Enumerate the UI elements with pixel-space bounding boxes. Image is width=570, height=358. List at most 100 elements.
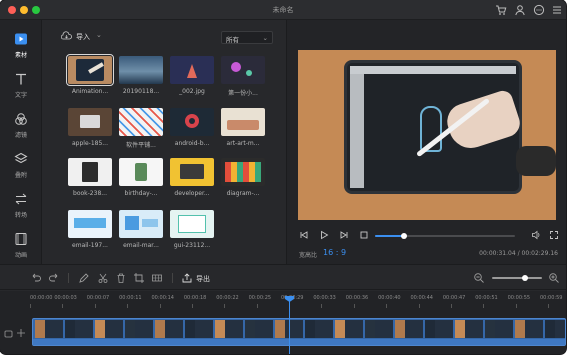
redo-icon[interactable]	[48, 272, 60, 284]
video-track-clip[interactable]	[32, 318, 566, 346]
chevron-down-icon: ⌄	[262, 34, 268, 42]
media-item[interactable]: book-238...	[68, 158, 112, 197]
crop-icon[interactable]	[133, 272, 145, 284]
scissors-icon[interactable]	[97, 272, 109, 284]
overlay-icon	[14, 152, 28, 164]
sidebar-item-transition[interactable]: 转场	[0, 186, 42, 226]
clip-frame	[545, 320, 565, 338]
timeline-tick	[483, 304, 485, 308]
media-item[interactable]: apple-185...	[68, 108, 112, 147]
media-thumbnail	[119, 158, 163, 186]
timeline-tick	[353, 304, 355, 308]
timeline-tick-label: 00:00:03	[54, 295, 77, 301]
playhead[interactable]	[289, 301, 290, 354]
clip-frame	[245, 320, 273, 338]
media-item[interactable]: 20190118...	[119, 56, 163, 95]
playback-progress[interactable]	[375, 233, 515, 239]
media-item-label: email-mar...	[123, 242, 159, 249]
media-item[interactable]: art-art-m...	[221, 108, 265, 147]
sidebar-item-label: 滤镜	[14, 132, 27, 139]
media-thumbnail	[170, 210, 214, 238]
media-item[interactable]: developer...	[170, 158, 214, 197]
timeline-tick	[418, 304, 420, 308]
aspect-ratio-value[interactable]: 16 : 9	[323, 248, 346, 257]
media-thumbnail	[119, 210, 163, 238]
export-button[interactable]: 导出	[196, 274, 210, 284]
media-item[interactable]: birthday-...	[119, 158, 163, 197]
sidebar-item-media[interactable]: 素材	[0, 26, 42, 66]
media-item[interactable]: email-197...	[68, 210, 112, 249]
media-item-label: book-238...	[73, 190, 107, 197]
pencil-icon[interactable]	[78, 272, 90, 284]
export-icon[interactable]	[181, 272, 193, 284]
transition-icon	[15, 193, 27, 205]
fullscreen-icon[interactable]	[549, 230, 559, 240]
zoom-in-icon[interactable]	[548, 272, 560, 284]
clip-frame	[155, 320, 183, 338]
timeline-tick-label: 00:00:59	[540, 295, 563, 301]
media-item-label: 第一份小...	[228, 90, 258, 97]
clip-frame	[35, 320, 63, 338]
media-item[interactable]: android-b...	[170, 108, 214, 147]
sidebar-item-animation[interactable]: 动画	[0, 226, 42, 266]
animation-icon	[15, 233, 27, 245]
zoom-slider[interactable]	[492, 275, 542, 281]
media-item[interactable]: email-mar...	[119, 210, 163, 249]
feedback-icon[interactable]	[533, 4, 545, 16]
title-bar: 未命名	[0, 0, 566, 20]
media-thumbnail	[170, 158, 214, 186]
timeline-tick-label: 00:00:22	[216, 295, 239, 301]
track-lock-icon[interactable]	[4, 328, 28, 338]
media-filter-select[interactable]: 所有 ⌄	[221, 31, 273, 44]
timeline-tick-label: 00:00:40	[378, 295, 401, 301]
sidebar-item-label: 叠附	[14, 172, 27, 179]
sidebar-item-text[interactable]: 文字	[0, 66, 42, 106]
clip-frame	[365, 320, 393, 338]
mosaic-icon[interactable]	[151, 272, 163, 284]
progress-knob[interactable]	[401, 233, 408, 239]
timeline-tick	[548, 304, 549, 308]
timeline-tick	[515, 304, 517, 308]
media-item[interactable]: Animation...	[66, 54, 114, 95]
clip-frame	[515, 320, 543, 338]
user-icon[interactable]	[514, 4, 526, 16]
timeline-tick	[62, 304, 64, 308]
volume-icon[interactable]	[531, 230, 541, 240]
media-item[interactable]: 软件平铺...	[119, 108, 163, 149]
undo-icon[interactable]	[30, 272, 42, 284]
media-item[interactable]: _002.jpg	[170, 56, 214, 95]
preview-panel: 宽高比 16 : 9 00:00:31.04 / 00:02:29.16	[287, 20, 566, 264]
stop-icon[interactable]	[359, 230, 369, 240]
media-item-label: apple-185...	[72, 140, 108, 147]
media-item[interactable]: gui-23112...	[170, 210, 214, 249]
media-item[interactable]: diagram-...	[221, 158, 265, 197]
media-thumbnail	[119, 108, 163, 136]
clip-frame	[125, 320, 153, 338]
sidebar-item-label: 动画	[14, 252, 27, 259]
trash-icon[interactable]	[115, 272, 127, 284]
zoom-out-icon[interactable]	[473, 272, 485, 284]
clip-frame	[425, 320, 453, 338]
media-thumbnail	[66, 54, 114, 86]
sidebar-item-filter[interactable]: 滤镜	[0, 106, 42, 146]
timeline-tick	[256, 304, 258, 308]
toolbar-separator	[172, 273, 173, 283]
clip-frame	[185, 320, 213, 338]
play-icon[interactable]	[319, 230, 329, 240]
timeline-ruler[interactable]: 00:00:00 00:00:03 00:00:07 00:00:11 00:00:14…	[30, 295, 566, 309]
timeline-tick-label: 00:00:44	[410, 295, 433, 301]
progress-fill	[375, 235, 405, 237]
step-forward-icon[interactable]	[339, 230, 349, 240]
menu-icon[interactable]	[551, 4, 563, 16]
zoom-knob[interactable]	[522, 275, 528, 281]
media-item[interactable]: 第一份小...	[221, 56, 265, 97]
step-back-icon[interactable]	[299, 230, 309, 240]
timeline[interactable]: 00:00:00 00:00:03 00:00:07 00:00:11 00:00:14…	[0, 291, 566, 354]
sidebar-item-overlay[interactable]: 叠附	[0, 146, 42, 186]
cart-icon[interactable]	[495, 4, 507, 16]
filter-value: 所有	[226, 36, 239, 44]
media-icon	[15, 33, 27, 45]
clip-frame	[95, 320, 123, 338]
audio-waveform	[33, 339, 565, 345]
import-button[interactable]: 导入 ⌄	[61, 30, 109, 44]
